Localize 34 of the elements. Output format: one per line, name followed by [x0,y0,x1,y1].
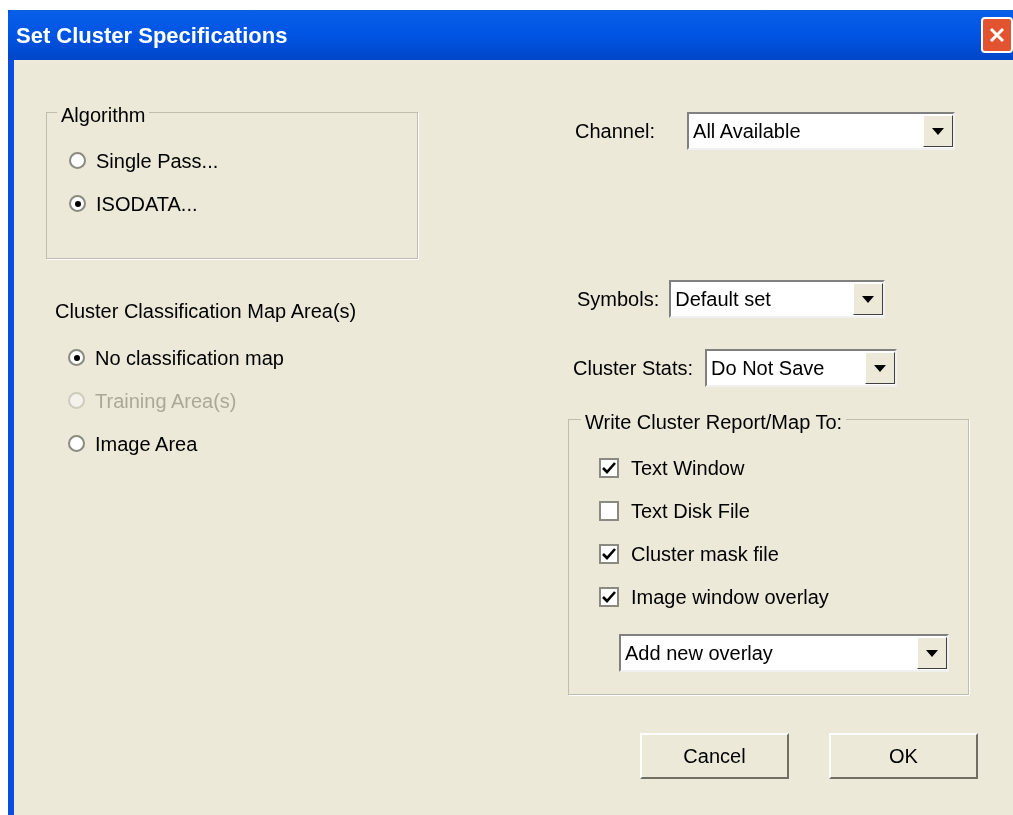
radio-button[interactable] [68,349,85,366]
dropdown-value: All Available [692,119,802,144]
checkbox[interactable] [599,457,619,478]
radio-label: ISODATA... [96,191,198,217]
dropdown[interactable]: Do Not Save [705,349,898,387]
radio-label: Single Pass... [96,148,219,174]
dropdown[interactable]: Add new overlay [619,634,949,672]
checkbox-label: Text Disk File [631,498,750,524]
section-label: Cluster Classification Map Area(s) [55,299,358,324]
checkbox[interactable] [599,500,619,521]
dropdown-value: Default set [674,287,772,312]
radio-button[interactable] [69,152,86,169]
checkbox-label: Image window overlay [631,584,829,610]
close-button[interactable] [981,17,1013,53]
dropdown-value: Do Not Save [710,356,826,381]
radio-button[interactable] [69,195,86,212]
dialog-button[interactable]: Cancel [640,733,789,779]
checkbox[interactable] [599,543,619,564]
dialog-button[interactable]: OK [829,733,978,779]
dropdown[interactable]: All Available [687,112,956,150]
close-icon [988,26,1006,44]
dropdown-value: Add new overlay [624,641,774,666]
radio-label: No classification map [95,345,284,371]
radio-label: Image Area [95,431,198,457]
dropdown[interactable]: Default set [669,280,886,318]
checkbox[interactable] [599,586,619,607]
window-title: Set Cluster Specifications [16,21,288,50]
checkbox-label: Text Window [631,455,745,481]
field-label: Cluster Stats: [573,356,694,381]
radio-label: Training Area(s) [95,388,237,414]
radio-button[interactable] [68,435,85,452]
checkbox-label: Cluster mask file [631,541,779,567]
field-label: Symbols: [577,287,660,312]
field-label: Channel: [575,119,656,144]
